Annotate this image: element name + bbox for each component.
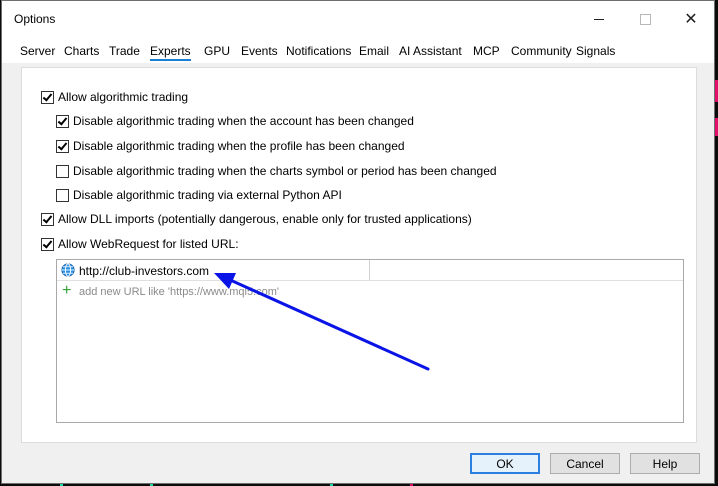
tab-notifications[interactable]: Notifications — [286, 44, 351, 58]
option-allow-webrequest[interactable]: Allow WebRequest for listed URL: — [41, 237, 239, 251]
tab-server[interactable]: Server — [20, 44, 55, 58]
tab-trade[interactable]: Trade — [109, 44, 140, 58]
minimize-button[interactable] — [576, 1, 622, 37]
checkbox[interactable] — [41, 237, 54, 251]
experts-panel: Allow algorithmic trading Disable algori… — [21, 67, 697, 443]
option-label: Disable algorithmic trading when the cha… — [73, 164, 497, 178]
window-title: Options — [14, 12, 56, 26]
checkbox[interactable] — [56, 139, 69, 153]
help-button[interactable]: Help — [630, 453, 700, 474]
tab-mcp[interactable]: MCP — [473, 44, 500, 58]
option-label: Disable algorithmic trading when the pro… — [73, 139, 405, 153]
option-label: Disable algorithmic trading when the acc… — [73, 114, 414, 128]
tab-community[interactable]: Community — [511, 44, 572, 58]
option-disable-on-account-change[interactable]: Disable algorithmic trading when the acc… — [56, 114, 414, 128]
tab-experts[interactable]: Experts — [150, 44, 191, 61]
url-list-item[interactable]: http://club-investors.com — [57, 260, 683, 281]
plus-icon: + — [62, 282, 72, 299]
option-allow-algo-trading[interactable]: Allow algorithmic trading — [41, 90, 188, 104]
option-label: Allow WebRequest for listed URL: — [58, 237, 239, 251]
options-dialog: Options ✕ Server Charts Trade Experts GP… — [1, 0, 715, 484]
globe-icon — [61, 263, 75, 277]
option-disable-on-profile-change[interactable]: Disable algorithmic trading when the pro… — [56, 139, 405, 153]
checkbox[interactable] — [56, 114, 69, 128]
maximize-icon — [639, 13, 651, 25]
option-allow-dll-imports[interactable]: Allow DLL imports (potentially dangerous… — [41, 212, 472, 226]
add-url-row[interactable]: + add new URL like 'https://www.mql5.com… — [57, 282, 683, 302]
checkbox[interactable] — [41, 212, 54, 226]
tab-ai-assistant[interactable]: AI Assistant — [399, 44, 462, 58]
close-icon: ✕ — [684, 11, 698, 28]
option-disable-on-symbol-change[interactable]: Disable algorithmic trading when the cha… — [56, 164, 497, 178]
webrequest-url-list: http://club-investors.com + add new URL … — [56, 259, 684, 423]
option-label: Disable algorithmic trading via external… — [73, 188, 342, 202]
tab-email[interactable]: Email — [359, 44, 389, 58]
tab-charts[interactable]: Charts — [64, 44, 99, 58]
checkbox[interactable] — [56, 188, 69, 202]
minimize-icon — [594, 18, 604, 20]
close-button[interactable]: ✕ — [668, 1, 714, 37]
add-url-placeholder: add new URL like 'https://www.mql5.com' — [79, 286, 280, 298]
option-label: Allow DLL imports (potentially dangerous… — [58, 212, 472, 226]
maximize-button[interactable] — [622, 1, 668, 37]
ok-button[interactable]: OK — [470, 453, 540, 474]
option-label: Allow algorithmic trading — [58, 90, 189, 104]
title-bar: Options ✕ — [2, 1, 714, 37]
cancel-button[interactable]: Cancel — [550, 453, 620, 474]
checkbox[interactable] — [56, 164, 69, 178]
column-separator — [369, 260, 370, 280]
tab-signals[interactable]: Signals — [576, 44, 615, 58]
checkbox[interactable] — [41, 90, 54, 104]
tab-bar: Server Charts Trade Experts GPU Events N… — [2, 37, 714, 63]
tab-gpu[interactable]: GPU — [204, 44, 230, 58]
tab-events[interactable]: Events — [241, 44, 278, 58]
option-disable-python-api[interactable]: Disable algorithmic trading via external… — [56, 188, 342, 202]
url-text: http://club-investors.com — [79, 264, 210, 278]
